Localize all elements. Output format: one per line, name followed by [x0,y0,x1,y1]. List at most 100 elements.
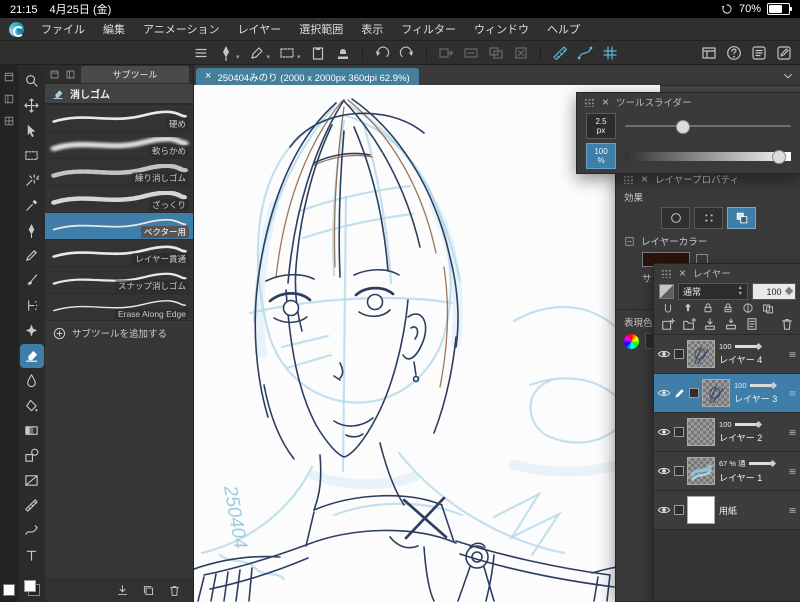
toolbar-sel-b-icon[interactable] [463,45,479,61]
slider-track[interactable] [625,149,791,164]
visibility-eye-icon[interactable] [657,347,671,361]
layer-row-4[interactable]: 用紙 [654,491,800,530]
color-chip-icon[interactable] [3,584,15,596]
subtool-tab[interactable]: サブツール [81,66,189,83]
slider-value-badge[interactable]: 100% [586,143,616,169]
toolbar-pen-icon[interactable] [218,45,234,61]
panel-list-icon[interactable] [65,69,76,80]
menu-item-3[interactable]: レイヤー [229,21,291,37]
tool-correct[interactable] [20,519,44,543]
layer-checkbox[interactable] [674,466,684,476]
subtool-item-1[interactable]: 軟らかめ [45,132,193,158]
main-color-chip[interactable] [23,580,36,592]
alpha-lock-icon[interactable] [722,302,734,314]
toolbar-sel-d-icon[interactable] [513,45,529,61]
tool-move[interactable] [20,94,44,118]
palette-dock-dock-b-icon[interactable] [3,93,15,105]
subtool-item-5[interactable]: レイヤー貫通 [45,240,193,266]
palette-dock-dock-a-icon[interactable] [3,71,15,83]
tool-blend[interactable] [20,369,44,393]
toolbar-stamp-icon[interactable] [335,45,351,61]
subtool-item-6[interactable]: スナップ消しゴム [45,267,193,293]
transfer-layer-icon[interactable] [703,317,717,331]
layer-lock-icon[interactable] [702,302,714,314]
toolbar-sel-c-icon[interactable] [488,45,504,61]
toolbar-hamburger-icon[interactable] [193,45,209,61]
slider-knob[interactable] [676,120,691,134]
visibility-eye-icon[interactable] [657,464,671,478]
delete-subtool-icon[interactable] [168,584,181,597]
layer-row-0[interactable]: 100 レイヤー 4 [654,335,800,374]
toolbar-marquee-icon[interactable] [279,45,295,61]
toolbar-marker-icon[interactable] [249,45,265,61]
toolbar-memo-icon[interactable] [751,45,767,61]
add-subtool-row[interactable]: サブツールを追加する [45,321,193,345]
panel-dock-icon[interactable] [49,69,60,80]
menu-item-5[interactable]: 表示 [352,21,392,37]
toolbar-snap-ruler-icon[interactable] [552,45,568,61]
collapse-box-icon[interactable] [624,236,635,247]
layer-clip-icon[interactable] [662,302,674,314]
subtool-item-7[interactable]: Erase Along Edge [45,294,193,320]
tool-brush[interactable] [20,269,44,293]
subtool-item-0[interactable]: 硬め [45,105,193,131]
layer-checkbox[interactable] [689,388,699,398]
menu-item-7[interactable]: ウィンドウ [465,21,538,37]
tool-gradient[interactable] [20,419,44,443]
tool-pencil[interactable] [20,244,44,268]
tool-eyedropper[interactable] [20,194,44,218]
clip-studio-logo-icon[interactable] [9,21,24,37]
tool-pen[interactable] [20,219,44,243]
menu-item-8[interactable]: ヘルプ [538,21,589,37]
slider-value-badge[interactable]: 2.5 px [586,113,616,139]
tool-ruler[interactable] [20,494,44,518]
duplicate-subtool-icon[interactable] [142,584,155,597]
tone-effect-icon[interactable] [694,207,723,229]
menu-item-4[interactable]: 選択範囲 [290,21,352,37]
tool-operate[interactable] [20,119,44,143]
tool-figure[interactable] [20,444,44,468]
toolbar-console-icon[interactable] [701,45,717,61]
menu-item-2[interactable]: アニメーション [134,21,229,37]
layer-row-3[interactable]: 67 % 通レイヤー 1 [654,452,800,491]
layer-thumbnail[interactable] [687,340,715,368]
close-icon[interactable]: × [602,96,609,108]
slider-knob[interactable] [772,150,787,164]
layer-thumbnail[interactable] [687,418,715,446]
layer-menu-icon[interactable] [787,427,798,438]
canvas-tab[interactable]: × 250404みのり (2000 x 2000px 360dpi 62.9%) [196,68,419,85]
layer-pin-icon[interactable] [682,302,694,314]
tool-autoselect[interactable] [20,169,44,193]
layer-thumbnail[interactable] [687,457,715,485]
layer-thumbnail[interactable] [687,496,715,524]
layer-row-2[interactable]: 100 レイヤー 2 [654,413,800,452]
tool-frame[interactable] [20,469,44,493]
color-swatch-pair[interactable] [23,580,40,596]
visibility-eye-icon[interactable] [657,425,671,439]
slider-track[interactable] [625,119,791,134]
visibility-eye-icon[interactable] [657,386,671,400]
visibility-eye-icon[interactable] [657,503,671,517]
layer-checkbox[interactable] [674,505,684,515]
menu-item-0[interactable]: ファイル [32,21,94,37]
layer-opacity-slider[interactable]: 100 [752,283,796,300]
toolbar-clipboard-icon[interactable] [310,45,326,61]
subtool-item-3[interactable]: ざっくり [45,186,193,212]
close-icon[interactable]: × [641,173,648,185]
delete-layer-icon[interactable] [780,317,794,331]
panel-collapse-chevron-icon[interactable] [782,70,794,82]
tool-fill[interactable] [20,394,44,418]
layer-checkbox[interactable] [674,349,684,359]
border-effect-icon[interactable] [661,207,690,229]
tool-eraser[interactable] [19,343,44,368]
layer-mask-icon[interactable] [742,302,754,314]
tool-select[interactable] [20,144,44,168]
tool-zoom[interactable] [20,69,44,93]
layer-menu-icon[interactable] [787,466,798,477]
new-layer-icon[interactable] [661,317,675,331]
layer-menu-icon[interactable] [787,349,798,360]
toolbar-sel-a-icon[interactable] [438,45,454,61]
paper-icon[interactable] [745,317,759,331]
menu-item-6[interactable]: フィルター [392,21,465,37]
blend-mode-select[interactable]: 通常 ▲ ▼ [678,283,748,300]
